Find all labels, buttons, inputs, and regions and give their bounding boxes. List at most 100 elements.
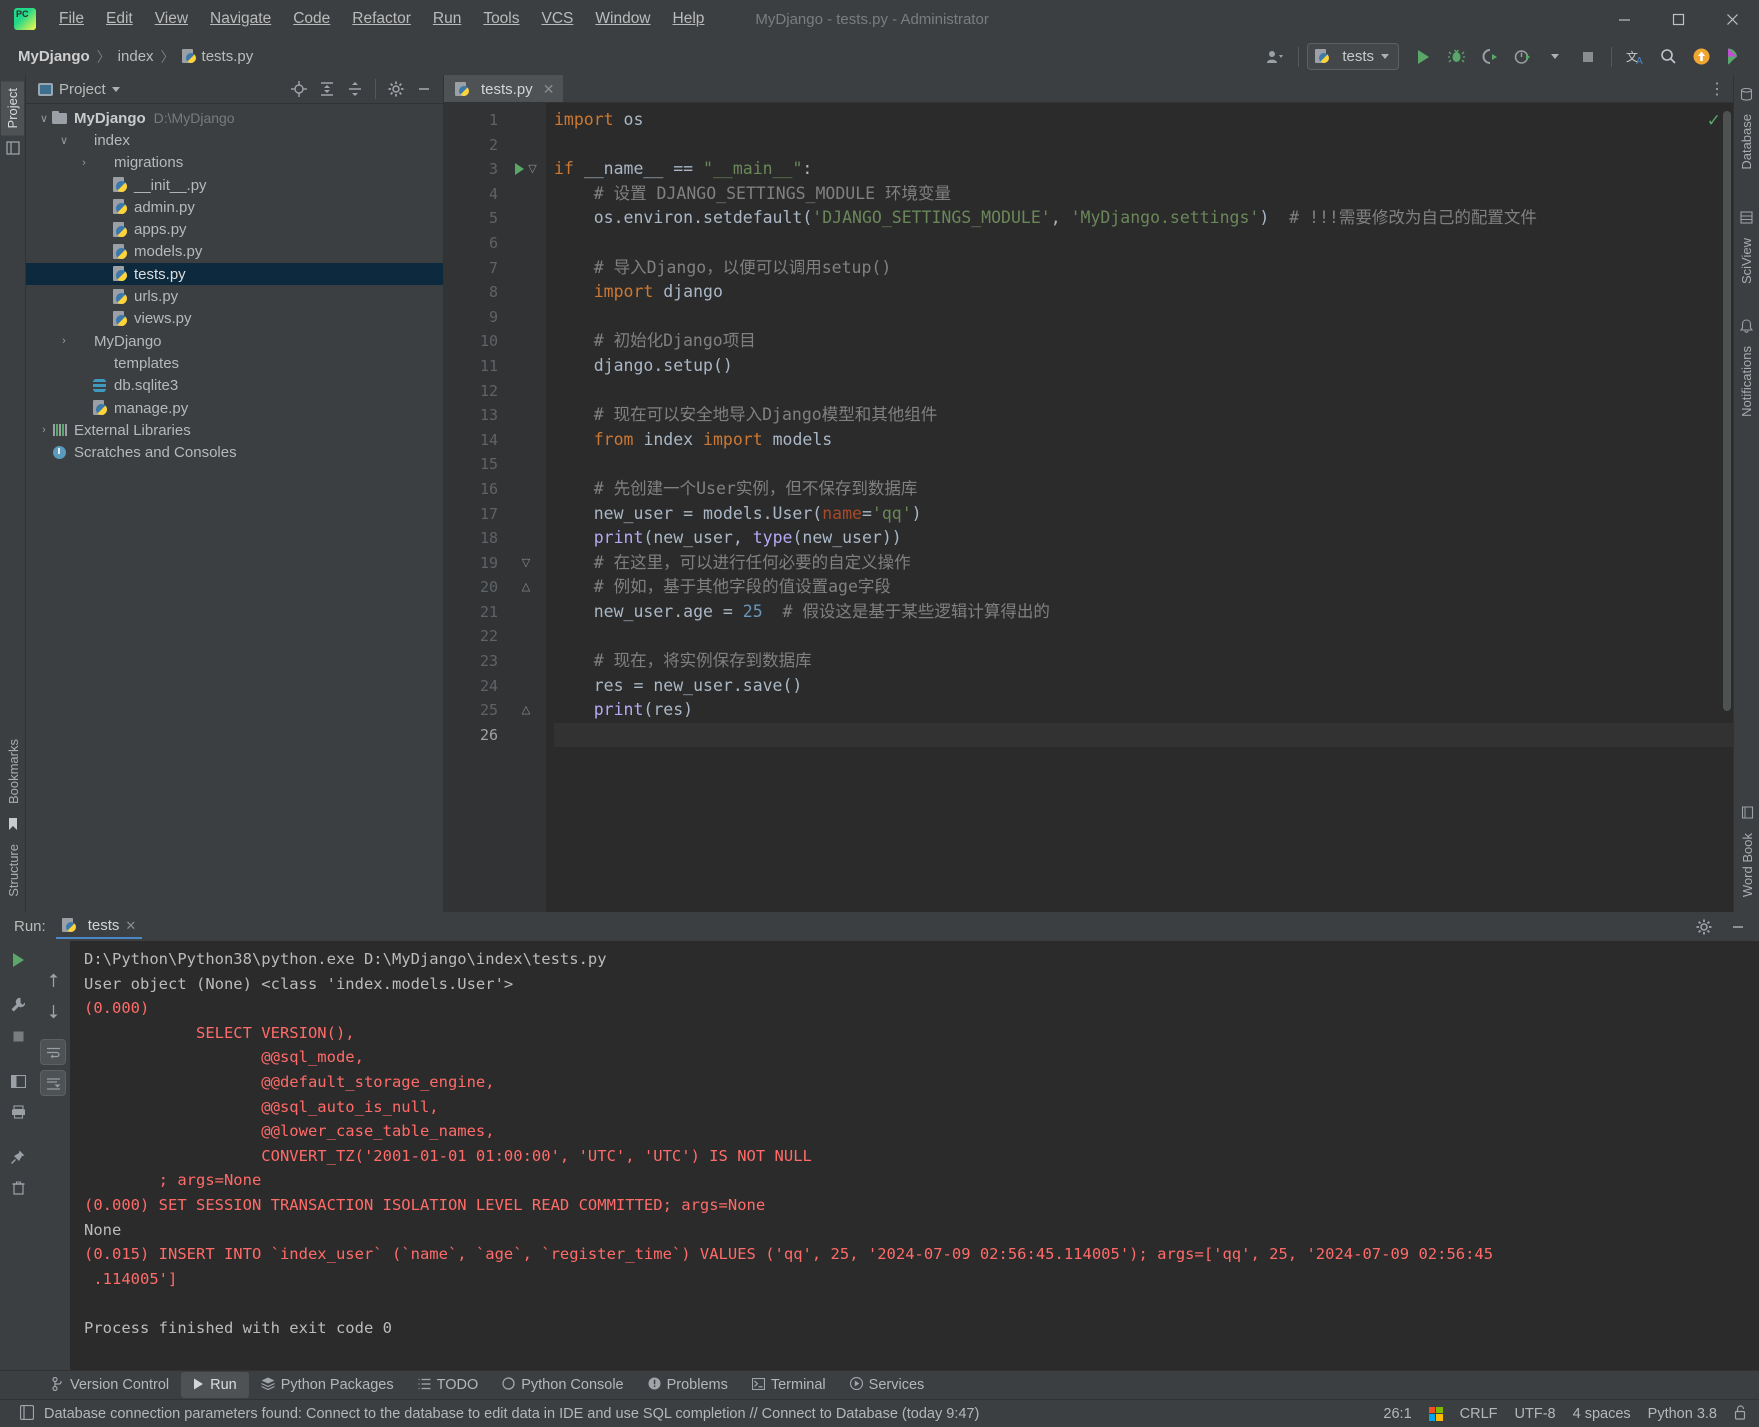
menu-tools[interactable]: Tools — [472, 6, 530, 32]
collapse-all-icon[interactable] — [342, 77, 368, 101]
tree-item-apps-py[interactable]: apps.py — [26, 218, 443, 240]
run-console-output[interactable]: D:\Python\Python38\python.exe D:\MyDjang… — [70, 941, 1759, 1370]
sidebar-item-sciview[interactable]: SciView — [1735, 231, 1758, 291]
code-fold-icon[interactable]: △ — [506, 575, 546, 600]
sidebar-item-bookmarks[interactable]: Bookmarks — [2, 732, 25, 811]
project-view-chevron-down-icon[interactable] — [111, 86, 120, 92]
menu-navigate[interactable]: Navigate — [199, 6, 282, 32]
code-content[interactable]: import os if __name__ == "__main__": # 设… — [546, 103, 1733, 912]
code-line[interactable]: # 例如，基于其他字段的值设置age字段 — [554, 575, 1733, 600]
breadcrumb-folder[interactable]: index — [118, 48, 154, 65]
lock-icon[interactable] — [1734, 1404, 1747, 1423]
file-encoding[interactable]: UTF-8 — [1515, 1406, 1556, 1422]
hide-run-window-icon[interactable] — [1725, 914, 1751, 940]
code-fold-icon[interactable]: ▽ — [506, 551, 546, 576]
tree-item-models-py[interactable]: models.py — [26, 241, 443, 263]
code-line[interactable]: new_user.age = 25 # 假设这是基于某些逻辑计算得出的 — [554, 600, 1733, 625]
gear-icon[interactable] — [383, 77, 409, 101]
scroll-down-icon[interactable] — [40, 998, 66, 1024]
tree-item-mydjango[interactable]: ∨ MyDjango D:\MyDjango — [26, 107, 443, 129]
chevron-down-icon-profile[interactable] — [1540, 43, 1570, 71]
tree-item-tests-py[interactable]: tests.py — [26, 263, 443, 286]
stop-icon[interactable] — [1573, 43, 1603, 71]
code-line[interactable] — [554, 231, 1733, 256]
line-separator[interactable]: CRLF — [1460, 1406, 1498, 1422]
project-tree[interactable]: ∨ MyDjango D:\MyDjango ∨ index › migrations __i… — [26, 104, 443, 912]
status-message[interactable]: Database connection parameters found: Co… — [44, 1406, 979, 1422]
sidebar-item-structure[interactable]: Structure — [2, 837, 25, 904]
update-icon[interactable] — [1686, 43, 1716, 71]
menu-view[interactable]: View — [144, 6, 199, 32]
menu-edit[interactable]: Edit — [95, 6, 144, 32]
tool-services[interactable]: Services — [838, 1372, 937, 1398]
tool-run[interactable]: Run — [181, 1372, 249, 1398]
code-line[interactable]: if __name__ == "__main__": — [554, 157, 1733, 182]
code-line[interactable]: # 导入Django，以便可以调用setup() — [554, 256, 1733, 281]
search-icon[interactable] — [1653, 43, 1683, 71]
layout-icon[interactable] — [5, 1068, 31, 1094]
sidebar-item-database[interactable]: Database — [1735, 107, 1758, 177]
editor-scrollbar[interactable] — [1723, 111, 1731, 711]
code-line[interactable]: # 现在，将实例保存到数据库 — [554, 649, 1733, 674]
tree-item-external-libraries[interactable]: › External Libraries — [26, 419, 443, 441]
caret-position[interactable]: 26:1 — [1383, 1406, 1411, 1422]
close-button[interactable] — [1705, 0, 1759, 38]
tree-item-scratches-and-consoles[interactable]: Scratches and Consoles — [26, 441, 443, 463]
sidebar-item-project[interactable]: Project — [1, 81, 24, 136]
code-line[interactable] — [554, 305, 1733, 330]
code-line[interactable]: django.setup() — [554, 354, 1733, 379]
stop-run-icon[interactable] — [5, 1023, 31, 1049]
code-fold-icon[interactable]: △ — [506, 698, 546, 723]
word-book-panel-icon[interactable] — [1734, 800, 1759, 826]
wrench-icon[interactable] — [5, 992, 31, 1018]
tab-tests-py[interactable]: tests.py ✕ — [444, 75, 564, 102]
code-line[interactable]: import django — [554, 280, 1733, 305]
run-with-coverage-icon[interactable] — [1474, 43, 1504, 71]
run-configuration-selector[interactable]: tests — [1307, 43, 1399, 70]
python-interpreter[interactable]: Python 3.8 — [1648, 1406, 1717, 1422]
code-line[interactable]: res = new_user.save() — [554, 674, 1733, 699]
user-account-icon[interactable] — [1260, 43, 1290, 71]
tree-item--init-py[interactable]: __init__.py — [26, 174, 443, 196]
code-line[interactable] — [554, 722, 1733, 748]
expand-all-icon[interactable] — [314, 77, 340, 101]
code-line[interactable] — [554, 133, 1733, 158]
run-tab-close-icon[interactable]: ✕ — [125, 918, 136, 934]
tree-item-manage-py[interactable]: manage.py — [26, 397, 443, 419]
menu-help[interactable]: Help — [662, 6, 716, 32]
menu-run[interactable]: Run — [422, 6, 472, 32]
run-settings-gear-icon[interactable] — [1691, 914, 1717, 940]
tree-item-mydjango[interactable]: › MyDjango — [26, 330, 443, 352]
tree-item-db-sqlite3[interactable]: db.sqlite3 — [26, 375, 443, 397]
code-line[interactable] — [554, 452, 1733, 477]
menu-vcs[interactable]: VCS — [531, 6, 585, 32]
debug-icon[interactable] — [1441, 43, 1471, 71]
code-line[interactable]: import os — [554, 108, 1733, 133]
tree-item-views-py[interactable]: views.py — [26, 308, 443, 330]
code-line[interactable]: # 先创建一个User实例，但不保存到数据库 — [554, 477, 1733, 502]
chevron-down-icon[interactable]: ∨ — [36, 112, 52, 125]
tool-problems[interactable]: Problems — [636, 1372, 740, 1398]
code-line[interactable]: # 设置 DJANGO_SETTINGS_MODULE 环境变量 — [554, 182, 1733, 207]
more-options-icon[interactable]: ⋮ — [1709, 79, 1725, 99]
tree-item-urls-py[interactable]: urls.py — [26, 285, 443, 307]
minimize-button[interactable] — [1597, 0, 1651, 38]
soft-wrap-icon[interactable] — [40, 1039, 66, 1065]
project-structure-icon[interactable] — [0, 135, 26, 161]
breadcrumb-project[interactable]: MyDjango — [18, 48, 90, 65]
maximize-button[interactable] — [1651, 0, 1705, 38]
ide-feature-icon[interactable] — [1719, 43, 1749, 71]
code-line[interactable]: print(new_user, type(new_user)) — [554, 526, 1733, 551]
menu-window[interactable]: Window — [584, 6, 661, 32]
fold-gutter[interactable]: ▽ ▽ △ △ — [506, 103, 546, 912]
chevron-right-icon[interactable]: › — [76, 157, 92, 169]
code-line[interactable]: from index import models — [554, 428, 1733, 453]
code-line[interactable]: # 现在可以安全地导入Django模型和其他组件 — [554, 403, 1733, 428]
hide-panel-icon[interactable] — [411, 77, 437, 101]
print-icon[interactable] — [5, 1099, 31, 1125]
sciview-panel-icon[interactable] — [1734, 205, 1759, 231]
tool-todo[interactable]: TODO — [406, 1372, 491, 1398]
tool-python-packages[interactable]: Python Packages — [249, 1372, 406, 1398]
scroll-up-icon[interactable] — [40, 967, 66, 993]
rerun-icon[interactable] — [5, 947, 31, 973]
